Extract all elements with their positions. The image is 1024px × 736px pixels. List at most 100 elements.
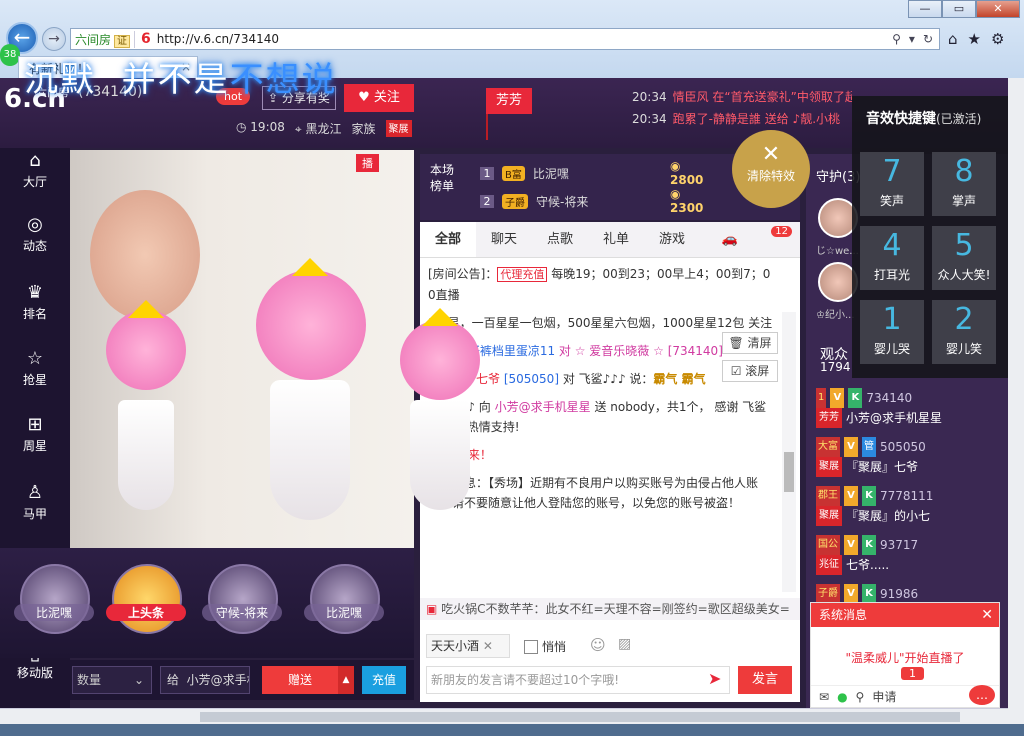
- page-horizontal-scrollbar[interactable]: [0, 708, 1008, 724]
- site-identity[interactable]: 六间房证: [71, 30, 136, 48]
- level-badge: B富: [502, 165, 525, 181]
- ad-icon: ▣: [426, 602, 442, 616]
- shortcut-key-laugh[interactable]: 7 笑声: [860, 152, 924, 216]
- ticker-line: 20:34情臣风 在“首充送豪礼”中领取了超值大礼包: [632, 90, 852, 104]
- address-bar[interactable]: 六间房证 6 http://v.6.cn/734140 ⚲ ▾ ↻: [70, 28, 940, 50]
- list-item[interactable]: 大富 V 管 505050 聚展 『聚展』七爷: [806, 433, 1006, 482]
- room-meta: ◷ 19:08 ⌖ 黑龙江 家族 聚展: [236, 120, 412, 137]
- clear-screen-button[interactable]: 🗑 清屏: [722, 332, 778, 354]
- settings-gear-icon[interactable]: ⚙: [991, 30, 1004, 48]
- window-controls: — ▭ ✕: [908, 0, 1020, 18]
- gift-avatar[interactable]: [310, 564, 380, 634]
- sidebar-item-vest[interactable]: ♙ 马甲: [0, 482, 70, 522]
- tab-chat[interactable]: 聊天: [476, 222, 532, 257]
- shortcut-key-baby-cry[interactable]: 1 婴儿哭: [860, 300, 924, 364]
- tab-games[interactable]: 游戏: [644, 222, 700, 257]
- chat-scrollbar[interactable]: [782, 312, 796, 592]
- level-badge: 子爵: [502, 193, 528, 209]
- chat-message: 飞鲨♪♪♪ 向 小芳@求手机星星 送 nobody，共1个， 感谢 飞鲨♪♪♪ …: [428, 400, 767, 434]
- popup-body[interactable]: "温柔威儿"开始直播了: [811, 649, 999, 666]
- favorites-icon[interactable]: ★: [968, 30, 981, 48]
- send-options-dropdown[interactable]: ▲: [338, 666, 354, 694]
- forward-button[interactable]: →: [42, 27, 66, 51]
- sidebar-item-week-star[interactable]: ⊞ 周星: [0, 414, 70, 454]
- chat-target-select[interactable]: 天天小酒 ✕: [426, 634, 510, 658]
- sidebar-item-hall[interactable]: ⌂ 大厅: [0, 150, 70, 190]
- list-item[interactable]: 国公 V K 93717 兆征 七爷.....: [806, 531, 1006, 580]
- url-text[interactable]: http://v.6.cn/734140: [157, 32, 279, 46]
- sidebar-item-grab-star[interactable]: ☆ 抢星: [0, 348, 70, 388]
- car-icon[interactable]: 🚗: [700, 222, 760, 257]
- gift-icon: ⊞: [27, 414, 43, 435]
- apply-link[interactable]: 申请: [872, 688, 896, 705]
- shortcut-key-applause[interactable]: 8 掌声: [932, 152, 996, 216]
- send-plane-icon[interactable]: ➤: [708, 669, 721, 688]
- follow-button[interactable]: ♥ 关注: [344, 84, 414, 112]
- close-icon: ✕: [761, 142, 781, 167]
- minimize-button[interactable]: —: [908, 0, 942, 18]
- gift-avatar[interactable]: [208, 564, 278, 634]
- check-circle-icon[interactable]: ●: [837, 690, 847, 704]
- search-icon[interactable]: ⚲: [892, 32, 901, 46]
- chat-input[interactable]: 新朋友的发言请不要超过10个字哦!: [426, 666, 730, 694]
- chat-panel: 全部 聊天 点歌 礼单 游戏 🚗 12 [房间公告]： 代理充值 每晚19；00到…: [420, 222, 800, 702]
- chat-send-button[interactable]: 发言: [738, 666, 792, 694]
- princess-sticker-hair: [106, 310, 186, 390]
- gift-user-name: 比泥嘿: [304, 604, 384, 621]
- princess-sticker-hair: [400, 320, 480, 400]
- recipient-field[interactable]: 给 小芳@求手机星星: [160, 666, 250, 694]
- ranking-row[interactable]: 1 B富 比泥嘿 ◉ 2800: [480, 159, 703, 187]
- ranking-label: 本场榜单: [430, 163, 455, 193]
- video-stream[interactable]: [70, 150, 480, 550]
- audience-list: 1 V K 734140 芳芳 小芳@求手机星星 大富 V 管 505050 聚展 『聚展』七爷…: [806, 384, 1006, 616]
- ranking-row[interactable]: 2 子爵 守候-将来 ◉ 2300: [480, 187, 703, 215]
- shortcut-key-crowd-laugh[interactable]: 5 众人大笑!: [932, 226, 996, 290]
- image-icon[interactable]: ▨: [618, 636, 631, 652]
- close-icon[interactable]: ✕: [981, 603, 993, 627]
- event-ticker: 20:34情臣风 在“首充送豪礼”中领取了超值大礼包 20:34跑累了-静静是誰…: [632, 86, 852, 130]
- chat-message: 欢迎 回来！: [428, 448, 492, 462]
- sidebar-item-rank[interactable]: ♛ 排名: [0, 282, 70, 322]
- audience-count: 1794: [820, 360, 851, 374]
- princess-sticker-dress: [270, 380, 350, 520]
- gift-send-bar: 数量 ⌄ 给 小芳@求手机星星 赠送 ▲ 充值: [70, 660, 414, 700]
- chat-ad-line[interactable]: ▣ 吃火锅C不数芊芊：此女不红=天理不容=刚签约=歌区超级美女=: [420, 598, 800, 620]
- shortcut-key-baby-laugh[interactable]: 2 婴儿笑: [932, 300, 996, 364]
- recharge-button[interactable]: 充值: [362, 666, 406, 694]
- tab-song-request[interactable]: 点歌: [532, 222, 588, 257]
- shirt-icon: ♙: [26, 482, 44, 503]
- list-item[interactable]: 1 V K 734140 芳芳 小芳@求手机星星: [806, 384, 1006, 433]
- mail-icon[interactable]: ✉: [819, 690, 829, 704]
- page-vertical-scrollbar[interactable]: [1008, 78, 1024, 724]
- sound-shortcuts-panel: 音效快捷键(已激活) 7 笑声 8 掌声 4 打耳光 5 众人大笑! 1 婴儿哭 2 婴儿笑: [852, 96, 1024, 378]
- gift-user-name: 守候-将来: [202, 604, 282, 621]
- headline-gift-label[interactable]: 上头条: [106, 604, 186, 621]
- quantity-dropdown-icon[interactable]: ⌄: [134, 666, 144, 694]
- shortcut-key-slap[interactable]: 4 打耳光: [860, 226, 924, 290]
- headline-gift[interactable]: [112, 564, 182, 634]
- home-icon[interactable]: ⌂: [948, 30, 958, 48]
- crown-icon: [422, 308, 458, 326]
- sidebar-item-dynamic[interactable]: ◎ 动态: [0, 214, 70, 254]
- family-label: 家族: [351, 122, 376, 136]
- tab-gift-list[interactable]: 礼单: [588, 222, 644, 257]
- dropdown-icon[interactable]: ▾: [909, 32, 915, 46]
- gift-avatar[interactable]: [20, 564, 90, 634]
- send-gift-button[interactable]: 赠送: [262, 666, 338, 694]
- close-icon: ✕: [482, 639, 493, 653]
- whisper-checkbox[interactable]: 悄悄: [524, 638, 566, 655]
- list-item[interactable]: 郡王 V K 7778111 聚展 『聚展』的小七: [806, 482, 1006, 531]
- close-window-button[interactable]: ✕: [976, 0, 1020, 18]
- gift-user-name: 比泥嘿: [14, 604, 94, 621]
- maximize-button[interactable]: ▭: [942, 0, 976, 18]
- os-taskbar: [0, 724, 1024, 736]
- clear-effects-button[interactable]: ✕ 清除特效: [732, 130, 810, 208]
- family-tag[interactable]: 聚展: [385, 120, 412, 137]
- refresh-icon[interactable]: ↻: [923, 32, 933, 46]
- search-user-icon[interactable]: ⚲: [856, 690, 865, 704]
- chat-messages: [房间公告]： 代理充值 每晚19；00到23；00早上4；00到7；0 0直播 …: [420, 262, 786, 612]
- chat-bubble-icon[interactable]: …: [969, 685, 995, 705]
- emoji-icon[interactable]: ☺: [590, 636, 606, 654]
- auto-scroll-button[interactable]: ☑ 滚屏: [722, 360, 778, 382]
- tab-all[interactable]: 全部: [420, 222, 476, 257]
